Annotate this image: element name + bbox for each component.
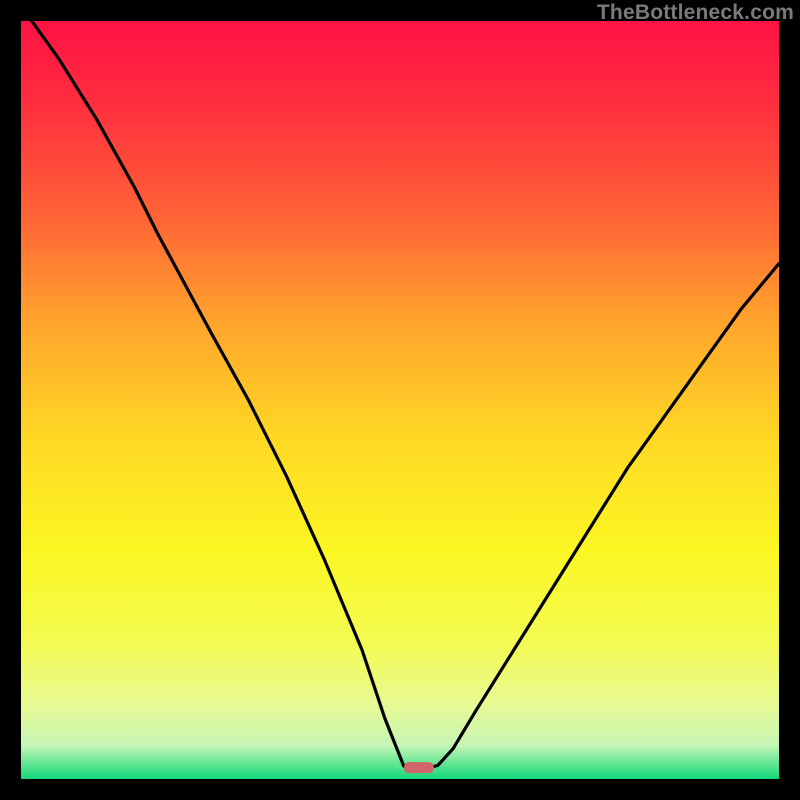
plot-area (21, 21, 779, 779)
optimum-marker (404, 762, 434, 773)
watermark-text: TheBottleneck.com (597, 1, 794, 25)
bottleneck-chart (21, 21, 779, 779)
gradient-background (21, 21, 779, 779)
chart-frame: TheBottleneck.com (0, 0, 800, 800)
